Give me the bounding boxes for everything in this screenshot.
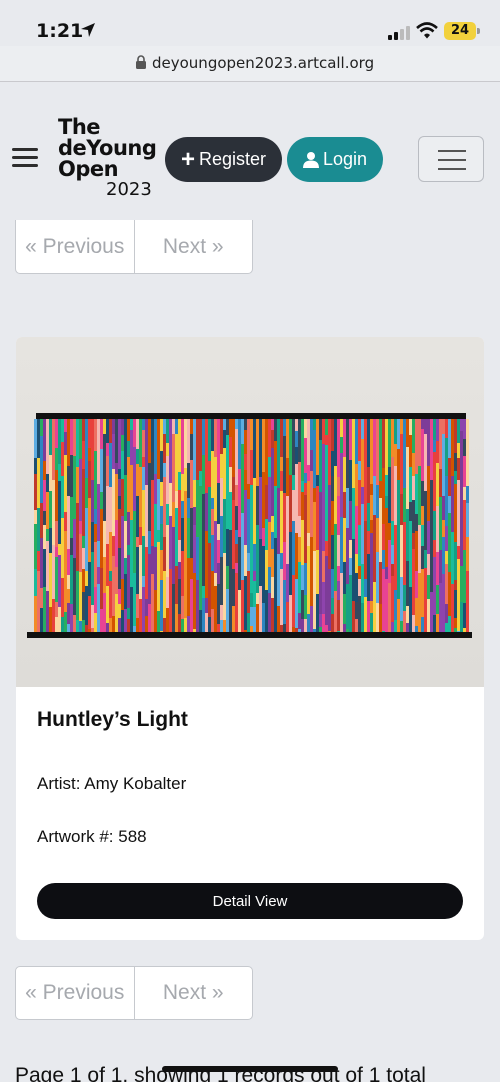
detail-view-button[interactable]: Detail View <box>37 883 463 919</box>
pagination-bottom: « Previous Next » <box>15 966 253 1020</box>
plus-icon: + <box>180 145 195 173</box>
login-button[interactable]: Login <box>287 137 383 182</box>
artwork-title: Huntley’s Light <box>37 708 188 731</box>
deyoung-open-logo[interactable]: The deYoung Open 2023 <box>58 117 158 200</box>
user-icon <box>302 152 319 168</box>
artwork-card: Huntley’s Light Artist: Amy Kobalter Art… <box>16 337 484 940</box>
next-page-button[interactable]: Next » <box>133 220 253 273</box>
navbar-toggle-button[interactable] <box>418 136 484 182</box>
register-button[interactable]: + Register <box>165 137 282 182</box>
location-arrow-icon <box>81 23 95 37</box>
logo-line-1: The <box>58 115 101 139</box>
logo-line-2: deYoung <box>58 136 157 160</box>
browser-url-bar[interactable]: deyoungopen2023.artcall.org <box>0 46 500 82</box>
artwork-number: Artwork #: 588 <box>37 827 147 846</box>
status-bar: 1:21 24 <box>0 0 500 46</box>
previous-page-button[interactable]: « Previous <box>16 220 134 273</box>
artwork-image[interactable] <box>16 337 484 687</box>
battery-indicator: 24 <box>444 22 480 40</box>
home-indicator <box>162 1066 338 1072</box>
lock-icon <box>136 55 146 69</box>
url-text: deyoungopen2023.artcall.org <box>152 54 375 72</box>
artwork-painting <box>27 413 472 638</box>
wifi-icon <box>416 22 438 39</box>
pagination-top: « Previous Next » <box>15 220 253 274</box>
artwork-artist: Artist: Amy Kobalter <box>37 774 187 793</box>
next-page-button-bottom[interactable]: Next » <box>133 967 253 1019</box>
status-time: 1:21 <box>36 20 84 42</box>
login-label: Login <box>322 149 368 169</box>
previous-page-button-bottom[interactable]: « Previous <box>16 967 134 1019</box>
logo-line-3: Open <box>58 157 119 181</box>
logo-year: 2023 <box>106 179 152 200</box>
side-menu-icon[interactable] <box>12 148 38 168</box>
cell-signal-icon <box>388 26 410 40</box>
register-label: Register <box>198 149 267 169</box>
